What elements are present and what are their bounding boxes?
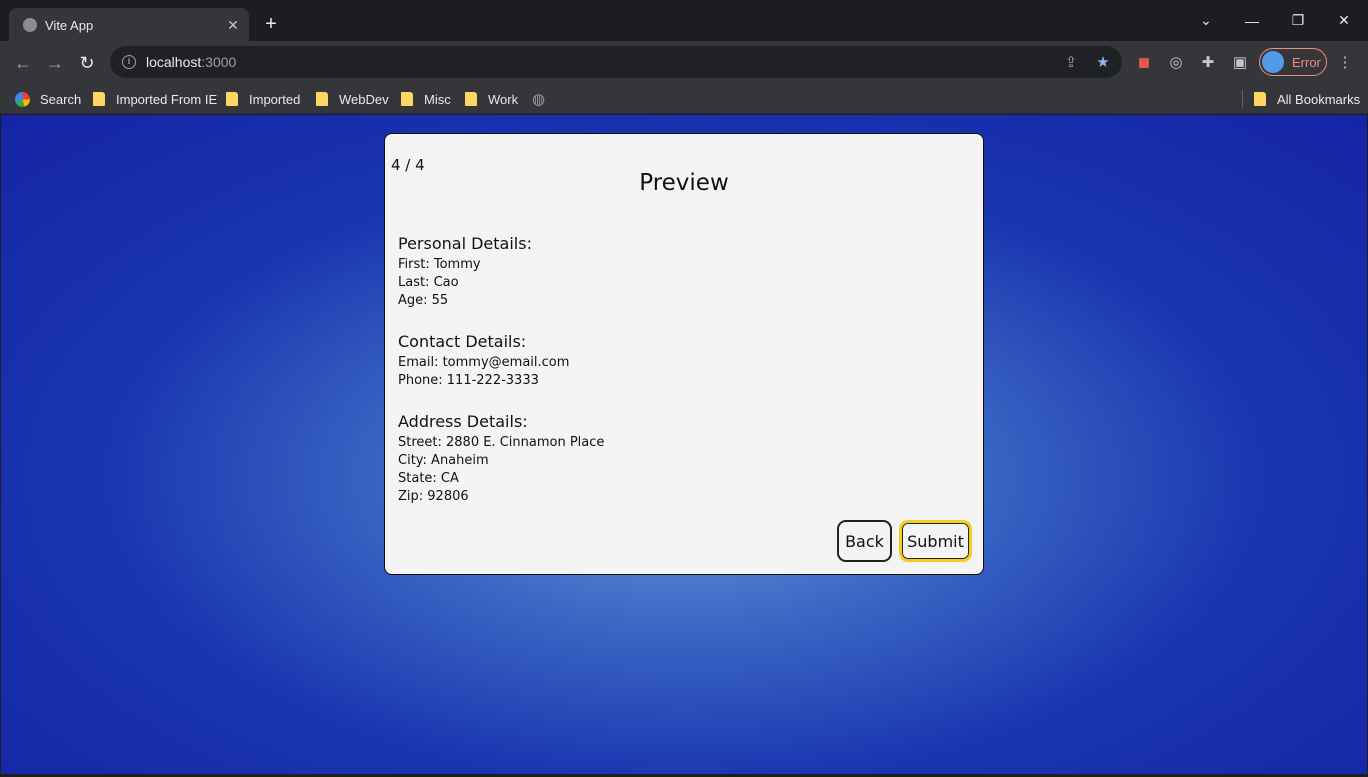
last-name-value: Last: Cao [398,275,459,290]
puzzle-icon[interactable]: ✚ [1198,52,1218,72]
contact-details-section: Contact Details: Email: tommy@email.com … [398,332,569,390]
folder-icon [316,92,328,106]
avatar [1262,51,1284,73]
url-port: :3000 [201,54,237,70]
chevron-down-icon[interactable]: ⌄ [1183,0,1229,41]
bookmarks-divider [1242,90,1243,108]
minimize-button[interactable]: — [1229,0,1275,41]
folder-icon [226,92,238,106]
city-value: City: Anaheim [398,453,489,468]
share-icon[interactable]: ⇪ [1062,54,1080,72]
street-value: Street: 2880 E. Cinnamon Place [398,435,605,450]
page-viewport: 4 / 4 Preview Personal Details: First: T… [1,115,1367,774]
extension-icon[interactable]: ◼ [1134,52,1154,72]
record-icon[interactable]: ◎ [1166,52,1186,72]
folder-icon [93,92,105,106]
bookmark-imported-from-ie[interactable]: Imported From IE [93,90,217,108]
bookmark-label: Imported [249,91,301,107]
bookmark-label: Imported From IE [116,91,218,107]
address-bar[interactable]: i localhost:3000 ⇪ ★ [110,46,1122,78]
bookmark-label: WebDev [339,91,389,107]
error-label: Error [1292,54,1321,70]
restore-button[interactable]: ❐ [1275,0,1321,41]
personal-details-section: Personal Details: First: Tommy Last: Cao… [398,234,532,310]
globe-bookmark-icon[interactable]: ◍ [532,90,545,108]
email-value: Email: tommy@email.com [398,355,570,370]
bookmarks-bar: Search Imported From IE Imported WebDev … [0,84,1368,114]
bookmark-label: Misc [424,91,451,107]
forward-arrow-icon[interactable]: → [41,49,69,77]
star-icon[interactable]: ★ [1094,54,1112,72]
bookmark-search[interactable]: Search [15,90,81,108]
page-title: Preview [639,170,729,196]
phone-value: Phone: 111-222-3333 [398,373,539,388]
tab-strip: Vite App ✕ + ⌄ — ❐ ✕ [0,0,1368,42]
close-icon[interactable]: ✕ [221,17,245,34]
state-value: State: CA [398,471,459,486]
folder-icon [401,92,413,106]
all-bookmarks[interactable]: All Bookmarks [1254,90,1360,108]
url-host: localhost [146,54,202,70]
new-tab-button[interactable]: + [258,12,284,38]
folder-icon [465,92,477,106]
tab-vite-app[interactable]: Vite App ✕ [9,8,249,42]
folder-icon [1254,92,1266,106]
bookmark-misc[interactable]: Misc [401,90,451,108]
browser-toolbar: ← → ↻ i localhost:3000 ⇪ ★ ◼ ◎ ✚ ▣ Error… [0,41,1368,84]
section-heading: Personal Details: [398,234,532,253]
bookmark-label: Work [488,91,519,107]
bookmark-webdev[interactable]: WebDev [316,90,389,108]
all-bookmarks-label: All Bookmarks [1277,91,1361,107]
reload-icon[interactable]: ↻ [73,49,101,77]
address-details-section: Address Details: Street: 2880 E. Cinnamo… [398,412,604,506]
sidepanel-icon[interactable]: ▣ [1230,52,1250,72]
globe-icon [23,18,37,32]
window-close-button[interactable]: ✕ [1321,0,1367,41]
tab-title: Vite App [45,17,94,33]
first-name-value: First: Tommy [398,257,481,272]
info-icon[interactable]: i [122,55,136,69]
bookmark-label: Search [40,91,82,107]
preview-card: 4 / 4 Preview Personal Details: First: T… [384,133,984,575]
profile-error-button[interactable]: Error [1259,48,1327,76]
google-icon [15,91,30,107]
bookmark-work[interactable]: Work [465,90,518,108]
menu-dots-icon[interactable]: ⋮ [1335,52,1355,72]
bookmark-imported[interactable]: Imported [226,90,300,108]
section-heading: Address Details: [398,412,528,431]
zip-value: Zip: 92806 [398,489,469,504]
back-arrow-icon[interactable]: ← [9,49,37,77]
section-heading: Contact Details: [398,332,527,351]
submit-button[interactable]: Submit [899,520,972,562]
age-value: Age: 55 [398,293,449,308]
back-button[interactable]: Back [837,520,892,562]
